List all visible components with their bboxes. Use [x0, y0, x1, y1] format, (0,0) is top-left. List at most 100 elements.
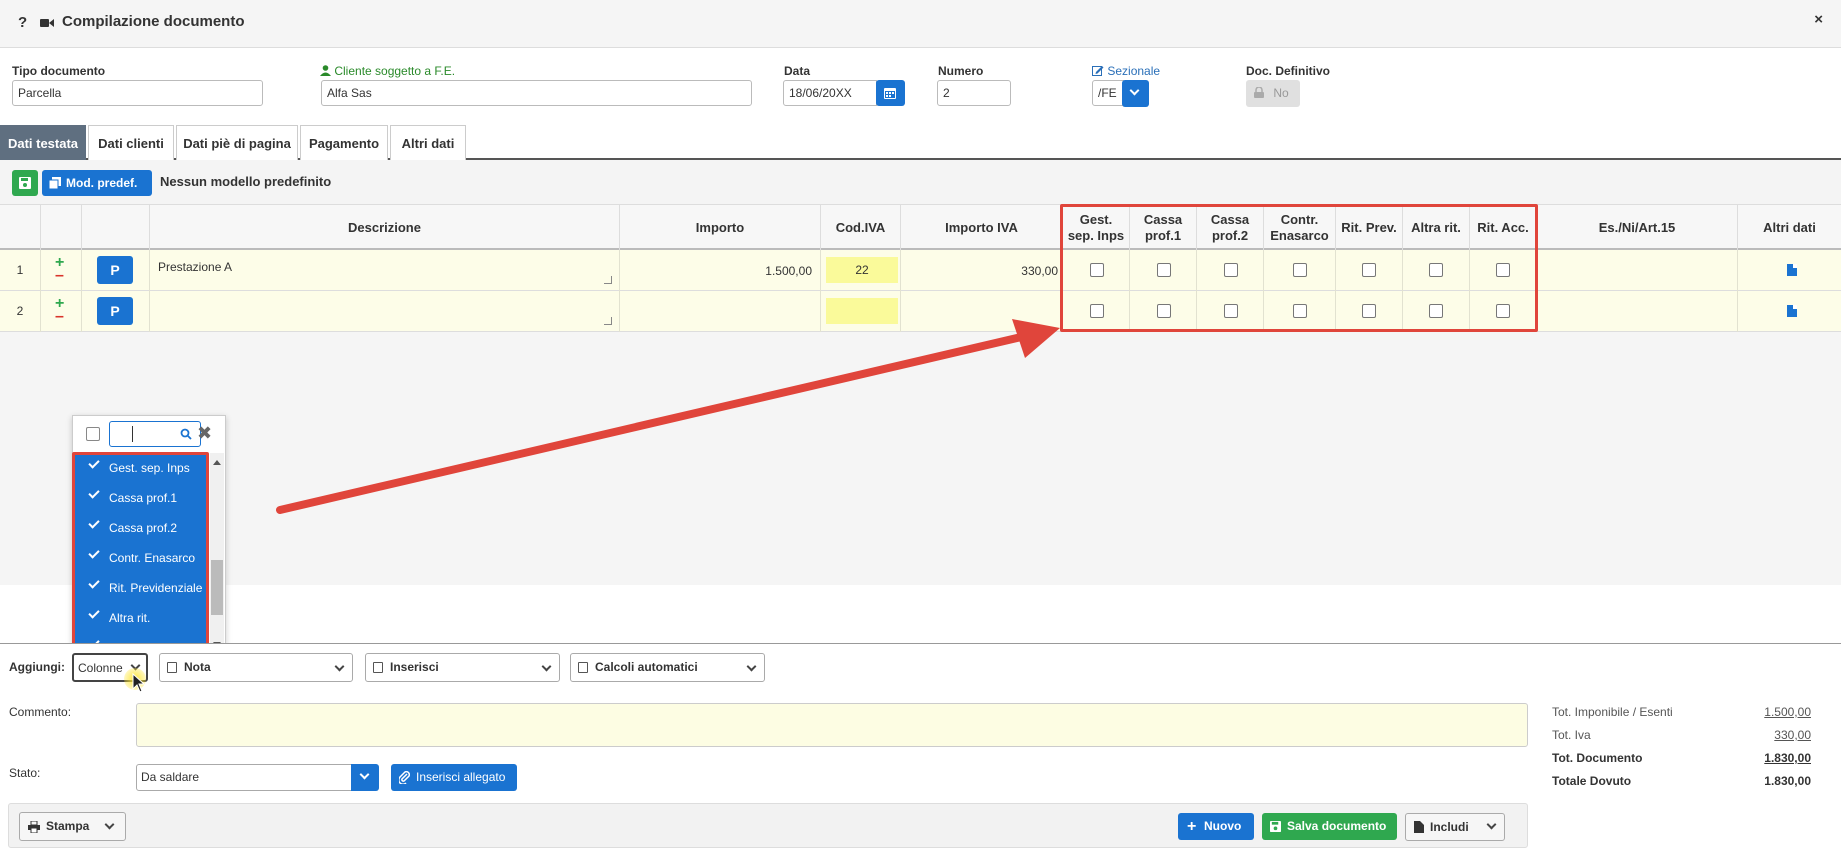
calendar-button[interactable]	[876, 80, 905, 106]
inserisci-dropdown[interactable]: Inserisci	[365, 653, 560, 682]
colonne-label: Colonne	[78, 661, 123, 675]
totale-dovuto-label: Totale Dovuto	[1552, 774, 1632, 788]
paperclip-icon	[399, 771, 410, 784]
p-button[interactable]: P	[97, 297, 133, 325]
save-model-button[interactable]	[12, 170, 38, 196]
tab-altri-dati[interactable]: Altri dati	[390, 125, 466, 160]
tot-documento-label: Tot. Documento	[1552, 751, 1643, 765]
col-header-importo-iva[interactable]: Importo IVA	[901, 205, 1063, 251]
close-icon[interactable]: ×	[1814, 11, 1823, 28]
cliente-input[interactable]: Alfa Sas	[321, 80, 752, 106]
inserisci-allegato-label: Inserisci allegato	[416, 770, 506, 784]
stampa-label: Stampa	[46, 819, 90, 833]
commento-label: Commento:	[9, 705, 72, 719]
scrollbar-thumb[interactable]	[211, 560, 223, 615]
tot-imponibile-value[interactable]: 1.500,00	[1764, 705, 1811, 719]
nota-dropdown[interactable]: Nota	[159, 653, 353, 682]
row-es-ni-art15-cell[interactable]	[1537, 291, 1738, 332]
numero-input[interactable]: 2	[937, 80, 1011, 106]
row-cod-iva[interactable]: 22	[826, 257, 898, 283]
calculator-icon	[578, 662, 588, 673]
tab-dati-testata[interactable]: Dati testata	[0, 125, 86, 160]
chevron-down-icon	[1129, 85, 1140, 96]
cliente-label-text: Cliente soggetto a F.E.	[334, 64, 456, 78]
copy-icon	[49, 177, 61, 189]
plus-icon: +	[1187, 818, 1197, 835]
col-header-p	[82, 205, 150, 251]
inserisci-allegato-button[interactable]: Inserisci allegato	[391, 764, 517, 791]
salva-documento-button[interactable]: Salva documento	[1262, 813, 1397, 840]
sezionale-dropdown-button[interactable]	[1122, 80, 1149, 107]
tot-documento-value[interactable]: 1.830,00	[1764, 751, 1811, 765]
col-header-es-ni-art15[interactable]: Es./Ni/Art.15	[1537, 205, 1738, 251]
floppy-icon	[1270, 821, 1281, 832]
commento-textarea[interactable]	[136, 703, 1528, 747]
nessun-modello-text: Nessun modello predefinito	[160, 174, 332, 189]
tot-imponibile-label: Tot. Imponibile / Esenti	[1552, 705, 1673, 719]
search-icon	[180, 428, 192, 440]
aggiungi-label: Aggiungi:	[9, 660, 65, 674]
tab-dati-clienti[interactable]: Dati clienti	[88, 125, 174, 160]
includi-button[interactable]: Includi	[1405, 813, 1505, 841]
nuovo-button[interactable]: + Nuovo	[1178, 813, 1254, 840]
row-es-ni-art15-cell[interactable]	[1537, 250, 1738, 291]
scroll-up-icon[interactable]	[213, 460, 221, 465]
tot-iva-value[interactable]: 330,00	[1774, 728, 1811, 742]
remove-row-icon[interactable]: –	[55, 308, 64, 326]
tipo-documento-label: Tipo documento	[12, 64, 106, 78]
clear-search-icon[interactable]: ✖	[197, 423, 212, 444]
file-icon	[167, 662, 177, 673]
doc-definitivo-toggle[interactable]: No	[1246, 80, 1300, 107]
sezionale-label-text: Sezionale	[1107, 64, 1161, 78]
col-header-altri-dati[interactable]: Altri dati	[1738, 205, 1841, 251]
select-all-checkbox[interactable]	[86, 427, 100, 441]
document-icon[interactable]	[1787, 264, 1797, 276]
col-header-num	[0, 205, 41, 251]
chevron-down-icon	[541, 661, 552, 672]
col-header-descrizione[interactable]: Descrizione	[150, 205, 620, 251]
text-cursor	[132, 426, 133, 442]
data-label: Data	[784, 64, 811, 78]
calcoli-automatici-dropdown[interactable]: Calcoli automatici	[570, 653, 765, 682]
doc-definitivo-value: No	[1273, 86, 1289, 100]
stampa-button[interactable]: Stampa	[19, 812, 126, 841]
chevron-down-icon	[746, 661, 757, 672]
stato-dropdown-button[interactable]	[351, 764, 379, 791]
remove-row-icon[interactable]: –	[55, 267, 64, 285]
chevron-down-icon	[334, 661, 345, 672]
row-descrizione[interactable]: Prestazione A	[158, 260, 232, 274]
lock-icon	[1254, 86, 1264, 98]
resize-handle-icon[interactable]	[604, 276, 612, 284]
chevron-down-icon	[104, 819, 115, 830]
chevron-down-icon	[1486, 819, 1497, 830]
column-picker-scrollbar[interactable]	[210, 453, 224, 651]
annotation-list-box	[72, 452, 209, 653]
tipo-documento-input[interactable]: Parcella	[12, 80, 263, 106]
calcoli-automatici-label: Calcoli automatici	[595, 660, 698, 674]
tab-pagamento[interactable]: Pagamento	[300, 125, 388, 160]
annotation-highlight-box	[1060, 204, 1538, 332]
chevron-down-icon	[359, 769, 370, 780]
row-importo[interactable]: 1.500,00	[700, 264, 812, 278]
cliente-label: Cliente soggetto a F.E.	[320, 64, 455, 78]
help-icon[interactable]: ?	[18, 14, 27, 31]
col-header-cod-iva[interactable]: Cod.IVA	[821, 205, 901, 251]
user-icon	[320, 65, 331, 76]
row-number: 2	[0, 291, 41, 332]
col-header-importo[interactable]: Importo	[620, 205, 821, 251]
edit-icon	[373, 662, 383, 673]
p-button[interactable]: P	[97, 256, 133, 284]
sezionale-select[interactable]: /FE	[1092, 80, 1124, 106]
data-input[interactable]: 18/06/20XX	[783, 80, 877, 106]
row-importo-iva: 330,00	[1021, 264, 1058, 278]
stato-select[interactable]: Da saldare	[136, 764, 378, 791]
tab-dati-pie-di-pagina[interactable]: Dati piè di pagina	[176, 125, 298, 160]
window-header: ? Compilazione documento ×	[0, 0, 1841, 48]
mod-predef-button[interactable]: Mod. predef.	[42, 170, 152, 196]
nuovo-label: Nuovo	[1204, 819, 1242, 833]
stato-label: Stato:	[9, 766, 41, 780]
sezionale-label[interactable]: Sezionale	[1092, 64, 1160, 78]
document-icon[interactable]	[1787, 305, 1797, 317]
row-number: 1	[0, 250, 41, 291]
numero-label: Numero	[938, 64, 984, 78]
